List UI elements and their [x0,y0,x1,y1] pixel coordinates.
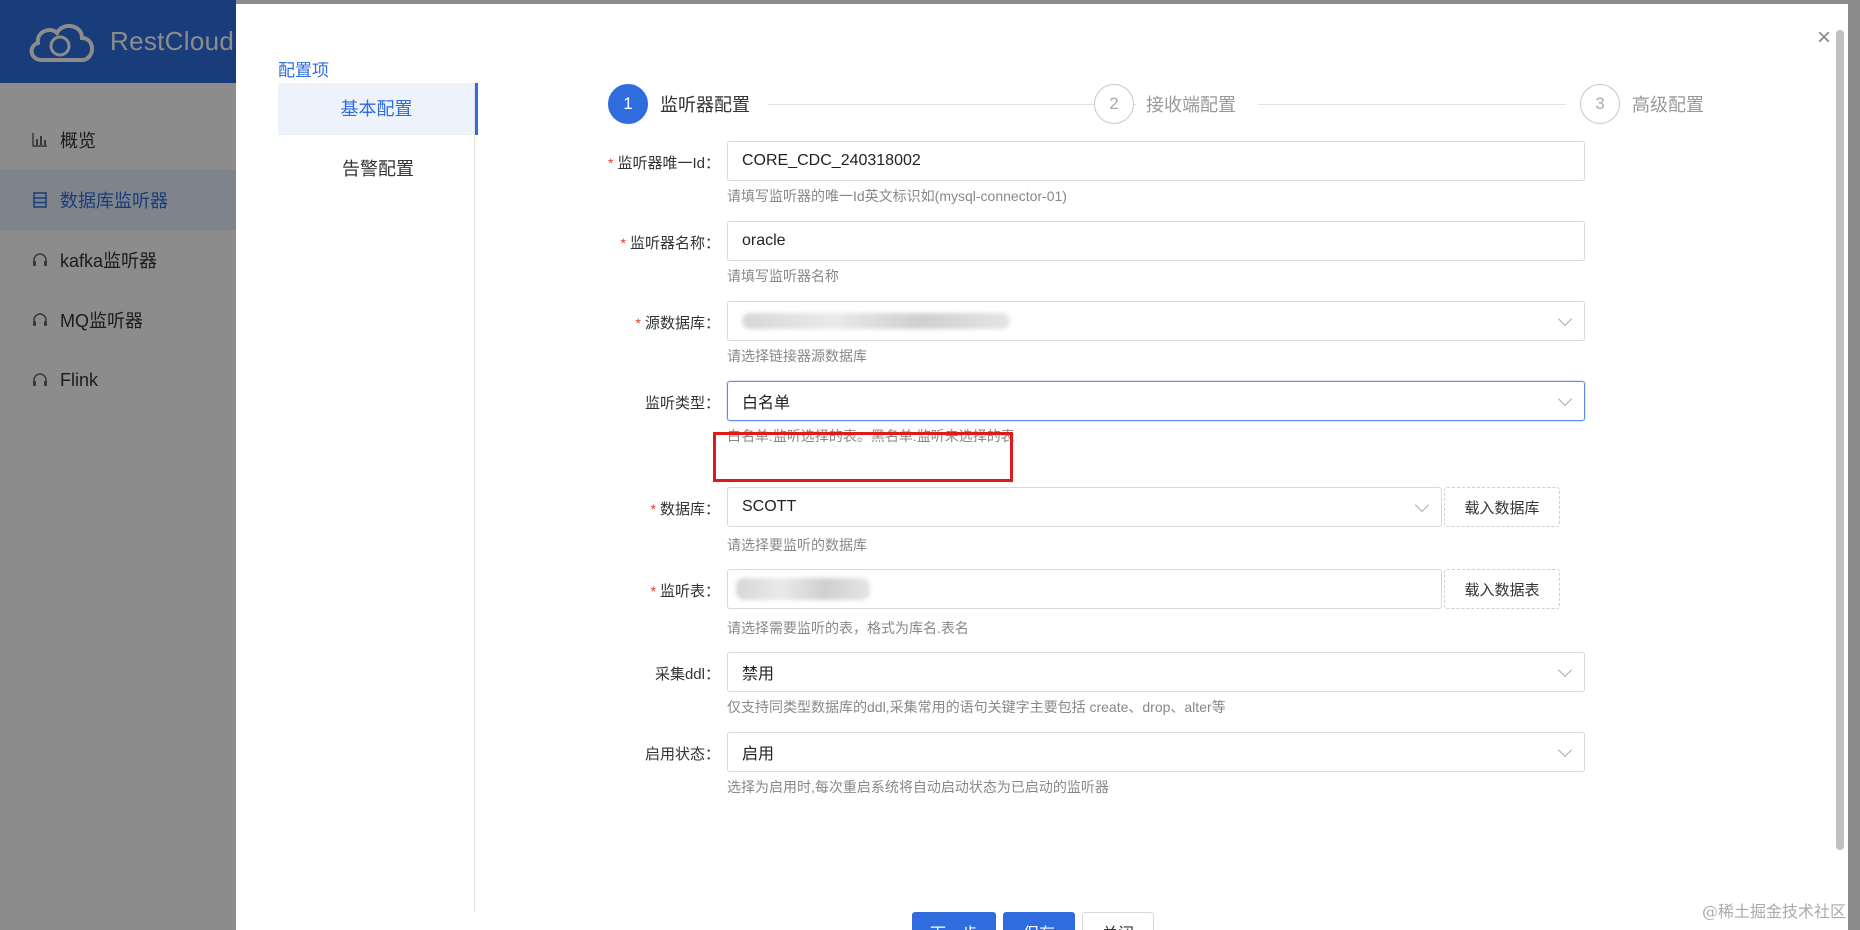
close-icon[interactable]: × [1812,26,1836,50]
step-connector [1258,104,1566,105]
step-connector [768,104,1136,105]
chevron-down-icon [1557,742,1573,758]
listener-id-hint: 请填写监听器的唯一Id英文标识如(mysql-connector-01) [727,188,1067,204]
listener-config-modal: × 配置项 基本配置 告警配置 1 监听器配置 2 接收端配置 3 高级配置 *… [236,4,1848,930]
save-button[interactable]: 保存 [1003,912,1075,930]
step-label: 高级配置 [1632,95,1704,115]
listen-type-select[interactable]: 白名单 [727,381,1585,421]
collect-ddl-hint: 仅支持同类型数据库的ddl,采集常用的语句关键字主要包括 create、drop… [727,699,1226,715]
listen-table-select[interactable] [727,569,1442,609]
redacted-value [736,578,870,600]
listener-id-input[interactable]: CORE_CDC_240318002 [727,141,1585,181]
listen-table-hint: 请选择需要监听的表，格式为库名.表名 [727,620,969,636]
step-number: 2 [1094,84,1134,124]
listener-name-label: * 监听器名称： [620,235,720,252]
chevron-down-icon [1557,391,1573,407]
enable-status-select[interactable]: 启用 [727,732,1585,772]
source-db-hint: 请选择链接器源数据库 [727,348,867,364]
step-advanced-config[interactable]: 3 高级配置 [1580,84,1704,124]
enable-status-hint: 选择为启用时,每次重启系统将自动启动状态为已启动的监听器 [727,779,1109,795]
steps: 1 监听器配置 2 接收端配置 3 高级配置 [608,84,1768,126]
watermark: @稀土掘金技术社区 [1701,902,1846,921]
listen-type-label: 监听类型： [644,395,720,412]
config-side-menu: 基本配置 告警配置 [278,83,478,203]
step-label: 监听器配置 [660,95,750,115]
side-item-basic-config[interactable]: 基本配置 [278,83,478,135]
divider [474,83,475,913]
listen-table-label: * 监听表： [650,583,720,600]
chevron-down-icon [1414,497,1430,513]
listener-name-hint: 请填写监听器名称 [727,268,839,284]
database-select[interactable]: SCOTT [727,487,1442,527]
close-button[interactable]: 关闭 [1082,912,1154,930]
load-table-button[interactable]: 载入数据表 [1444,569,1560,609]
next-step-button[interactable]: 下一步 [912,912,996,930]
enable-status-label: 启用状态： [644,746,720,763]
collect-ddl-label: 采集ddl： [654,666,720,683]
database-hint: 请选择要监听的数据库 [727,537,867,553]
step-number: 3 [1580,84,1620,124]
collect-ddl-select[interactable]: 禁用 [727,652,1585,692]
source-db-select[interactable] [727,301,1585,341]
config-items-title: 配置项 [278,61,329,80]
step-listener-config[interactable]: 1 监听器配置 [608,84,750,124]
listener-name-input[interactable]: oracle [727,221,1585,261]
database-label: * 数据库： [650,501,720,518]
load-database-button[interactable]: 载入数据库 [1444,487,1560,527]
chevron-down-icon [1557,662,1573,678]
chevron-down-icon [1557,311,1573,327]
annotation-highlight-box [713,432,1013,482]
listener-id-label: * 监听器唯一Id： [608,155,720,172]
step-label: 接收端配置 [1146,95,1236,115]
step-receiver-config[interactable]: 2 接收端配置 [1094,84,1236,124]
source-db-label: * 源数据库： [635,315,720,332]
scrollbar[interactable] [1836,30,1844,850]
step-number: 1 [608,84,648,124]
redacted-value [742,313,1010,329]
side-item-alert-config[interactable]: 告警配置 [278,143,478,195]
